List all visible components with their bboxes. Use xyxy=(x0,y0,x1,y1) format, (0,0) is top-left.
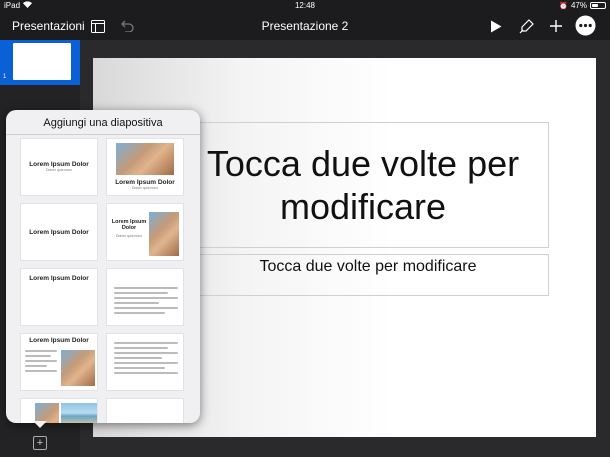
popover-title: Aggiungi una diapositiva xyxy=(43,117,163,129)
battery-percent: 47% xyxy=(570,1,587,10)
layout-title: Lorem Ipsum Dolor xyxy=(29,161,89,168)
status-bar: iPad 12:48 ⏰ 47% xyxy=(0,0,610,12)
popover-arrow xyxy=(33,421,47,428)
add-slide-button[interactable]: + xyxy=(33,436,47,450)
layout-subtitle: Donec quis nunc xyxy=(45,168,73,172)
layout-title-bullets-photo[interactable]: Lorem Ipsum Dolor xyxy=(20,333,98,391)
layout-bullets[interactable] xyxy=(106,268,184,326)
layout-title: Lorem Ipsum Dolor xyxy=(111,219,147,231)
toolbar: Presentazioni Presentazione 2 xyxy=(0,12,610,40)
layout-title-photo-right[interactable]: Lorem Ipsum Dolor Donec quis nunc xyxy=(106,203,184,261)
bullet-list xyxy=(114,287,178,317)
photo-placeholder xyxy=(35,403,59,423)
photo-placeholder xyxy=(149,212,179,256)
play-icon[interactable] xyxy=(487,17,505,35)
plus-icon: + xyxy=(36,436,44,449)
alarm-icon: ⏰ xyxy=(559,2,568,10)
slide-number: 1 xyxy=(3,74,7,80)
add-icon[interactable] xyxy=(547,17,565,35)
layout-bullets-full[interactable] xyxy=(106,333,184,391)
keynote-app: iPad 12:48 ⏰ 47% Presentazioni Presentaz… xyxy=(0,0,610,457)
slide-title: Tocca due volte per modificare xyxy=(206,142,520,227)
layout-title: Lorem Ipsum Dolor xyxy=(29,229,89,236)
layout-photo-title[interactable]: Lorem Ipsum Dolor Donec quis nunc xyxy=(106,138,184,196)
layout-photo-grid[interactable] xyxy=(20,398,98,423)
bullet-list xyxy=(25,350,57,375)
layout-title-subtitle[interactable]: Lorem Ipsum Dolor Donec quis nunc xyxy=(20,138,98,196)
format-brush-icon[interactable] xyxy=(517,17,535,35)
subtitle-placeholder[interactable]: Tocca due volte per modificare xyxy=(187,254,549,296)
status-time: 12:48 xyxy=(294,1,316,10)
layout-title-only[interactable]: Lorem Ipsum Dolor xyxy=(20,203,98,261)
layout-blank[interactable] xyxy=(106,398,184,423)
layout-subtitle: Donec quis nunc xyxy=(131,186,159,190)
slide-thumbnail-preview xyxy=(13,43,71,80)
slide-subtitle: Tocca due volte per modificare xyxy=(259,258,477,275)
add-slide-popover: Aggiungi una diapositiva Lorem Ipsum Dol… xyxy=(6,110,200,423)
photo-placeholder xyxy=(61,350,95,386)
layout-title: Lorem Ipsum Dolor xyxy=(29,337,89,344)
layout-title: Lorem Ipsum Dolor xyxy=(29,275,89,282)
layout-title: Lorem Ipsum Dolor xyxy=(115,179,175,186)
more-options-icon[interactable] xyxy=(575,15,596,36)
divider xyxy=(6,134,200,135)
bullet-list xyxy=(114,342,178,377)
battery-icon xyxy=(590,2,606,9)
layout-title-top[interactable]: Lorem Ipsum Dolor xyxy=(20,268,98,326)
photo-placeholder xyxy=(61,403,97,423)
photo-placeholder xyxy=(116,143,174,175)
title-placeholder[interactable]: Tocca due volte per modificare xyxy=(187,122,549,248)
layout-subtitle: Donec quis nunc xyxy=(115,234,143,238)
slide-thumbnail-selected[interactable]: 1 xyxy=(0,40,80,85)
